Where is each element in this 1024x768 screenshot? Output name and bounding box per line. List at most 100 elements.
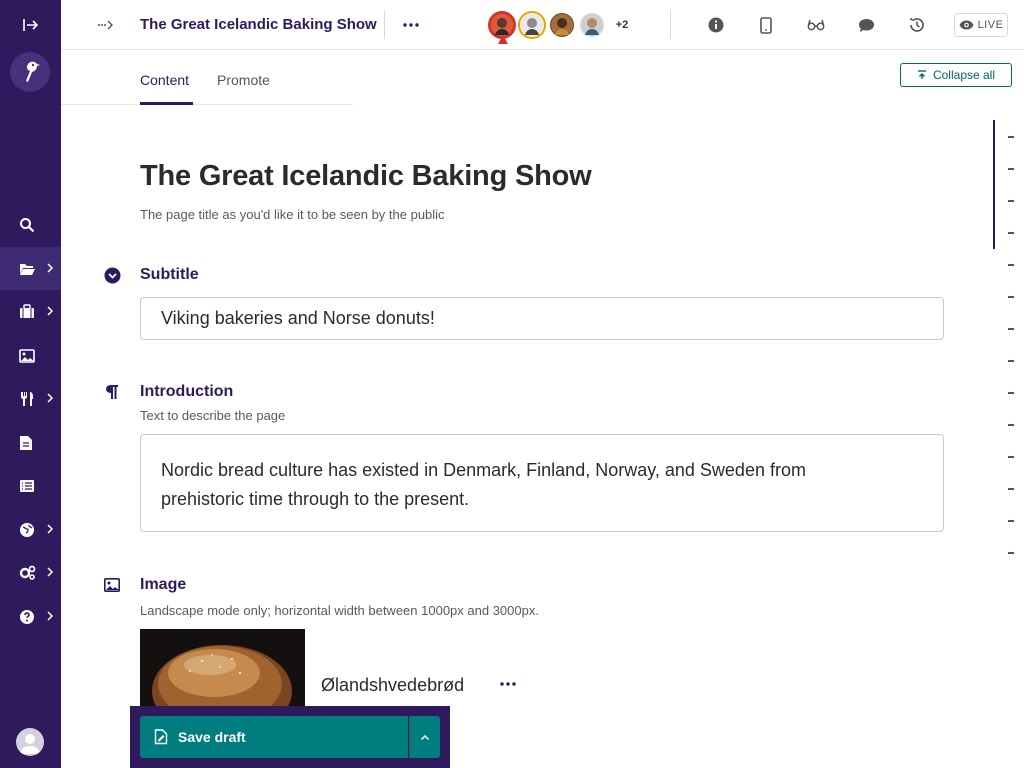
page-title-field[interactable]: The Great Icelandic Baking Show: [140, 160, 592, 193]
header: The Great Icelandic Baking Show +2 LIVE: [61, 0, 1024, 50]
collapse-all-button[interactable]: Collapse all: [900, 63, 1012, 87]
suitcase-icon: [20, 304, 34, 318]
save-draft-button[interactable]: Save draft: [140, 716, 408, 758]
preview-mobile-button[interactable]: [755, 14, 777, 36]
minimap-item[interactable]: [1008, 168, 1014, 170]
breadcrumb-expand-icon: [98, 20, 113, 30]
sidebar-item-images[interactable]: [0, 334, 61, 377]
eye-icon: [959, 20, 974, 30]
subtitle-input[interactable]: Viking bakeries and Norse donuts!: [140, 297, 944, 340]
introduction-help-text: Text to describe the page: [140, 408, 286, 423]
divider: [384, 11, 385, 39]
page-title[interactable]: The Great Icelandic Baking Show: [140, 16, 377, 33]
introduction-textarea[interactable]: Nordic bread culture has existed in Denm…: [140, 434, 944, 532]
divider: [670, 11, 671, 39]
person-icon: [581, 14, 603, 36]
live-status-button[interactable]: LIVE: [954, 13, 1008, 37]
minimap-item[interactable]: [1008, 520, 1014, 522]
avatar[interactable]: [518, 11, 546, 39]
history-icon: [909, 17, 924, 32]
wagtail-logo[interactable]: [10, 52, 50, 92]
introduction-section-icon: [103, 383, 121, 401]
sidebar-item-search[interactable]: [0, 203, 61, 246]
tab-promote[interactable]: Promote: [217, 72, 270, 88]
action-footer: Save draft: [130, 706, 450, 768]
minimap-item[interactable]: [1008, 264, 1014, 266]
more-horizontal-icon: [403, 23, 419, 27]
image-thumbnail[interactable]: [140, 629, 305, 709]
image-help-text: Landscape mode only; horizontal width be…: [140, 603, 539, 618]
editor-tabs: Content Promote: [61, 51, 353, 105]
minimap-item[interactable]: [1008, 424, 1014, 426]
comments-button[interactable]: [855, 14, 877, 36]
minimap-item[interactable]: [1008, 488, 1014, 490]
avatar[interactable]: [578, 11, 606, 39]
pilcrow-icon: [106, 385, 118, 399]
image-icon: [104, 578, 120, 592]
minimap-viewport-indicator: [993, 120, 995, 249]
avatar[interactable]: [488, 11, 516, 44]
sidebar-toggle-button[interactable]: [0, 0, 61, 50]
info-icon: [708, 17, 724, 33]
image-icon: [19, 348, 35, 363]
more-collaborators-badge[interactable]: +2: [608, 11, 636, 39]
introduction-label: Introduction: [140, 383, 234, 400]
collapse-section-button[interactable]: [103, 266, 121, 284]
collapse-all-label: Collapse all: [932, 68, 996, 82]
sidebar-item-help[interactable]: [0, 595, 61, 638]
folder-open-icon: [20, 263, 35, 275]
sidebar-item-settings[interactable]: [0, 551, 61, 594]
minimap-item[interactable]: [1008, 360, 1014, 362]
wagtail-bird-icon: [26, 61, 40, 82]
sidebar-item-pages[interactable]: [0, 247, 61, 290]
page-actions-button[interactable]: [399, 14, 423, 36]
sidebar-item-recipes[interactable]: [0, 377, 61, 420]
image-section-icon: [103, 576, 121, 594]
active-tab-indicator: [140, 102, 193, 105]
sidebar-item-snippets[interactable]: [0, 464, 61, 507]
live-status-label: LIVE: [977, 19, 1004, 31]
glasses-icon: [807, 19, 825, 31]
user-icon: [20, 734, 40, 754]
breadcrumb-toggle[interactable]: [95, 14, 117, 36]
help-icon: [20, 609, 34, 624]
chevron-right-icon: [47, 393, 54, 403]
chevron-right-icon: [47, 263, 54, 273]
history-button[interactable]: [905, 14, 927, 36]
person-icon: [491, 14, 513, 36]
info-button[interactable]: [705, 14, 727, 36]
minimap-item[interactable]: [1008, 456, 1014, 458]
account-avatar[interactable]: [16, 728, 44, 756]
warning-icon: [498, 35, 508, 44]
cogs-icon: [19, 565, 36, 580]
globe-icon: [20, 522, 34, 537]
sidebar-item-locales[interactable]: [0, 508, 61, 551]
minimap-item[interactable]: [1008, 392, 1014, 394]
image-actions-button[interactable]: [497, 674, 519, 694]
more-horizontal-icon: [500, 682, 516, 686]
chevron-circle-down-icon: [104, 267, 120, 283]
chevron-up-icon: [420, 734, 430, 740]
person-icon: [551, 14, 573, 36]
minimap-item[interactable]: [1008, 200, 1014, 202]
minimap-item[interactable]: [1008, 232, 1014, 234]
sidebar-item-suitcase[interactable]: [0, 290, 61, 333]
list-icon: [20, 479, 34, 492]
collaborators: +2: [488, 10, 636, 44]
minimap-item[interactable]: [1008, 296, 1014, 298]
minimap-item[interactable]: [1008, 552, 1014, 554]
expand-sidebar-icon: [22, 19, 38, 31]
minimap-item[interactable]: [1008, 328, 1014, 330]
minimap-item[interactable]: [1008, 136, 1014, 138]
avatar[interactable]: [548, 11, 576, 39]
person-icon: [521, 14, 543, 36]
accessibility-checks-button[interactable]: [805, 14, 827, 36]
comment-icon: [858, 18, 874, 32]
search-icon: [20, 217, 35, 232]
bread-image: [140, 629, 305, 709]
tab-content[interactable]: Content: [140, 72, 189, 88]
utensils-icon: [21, 391, 33, 406]
sidebar-item-documents[interactable]: [0, 421, 61, 464]
more-actions-toggle[interactable]: [409, 716, 440, 758]
draft-document-icon: [154, 729, 168, 745]
